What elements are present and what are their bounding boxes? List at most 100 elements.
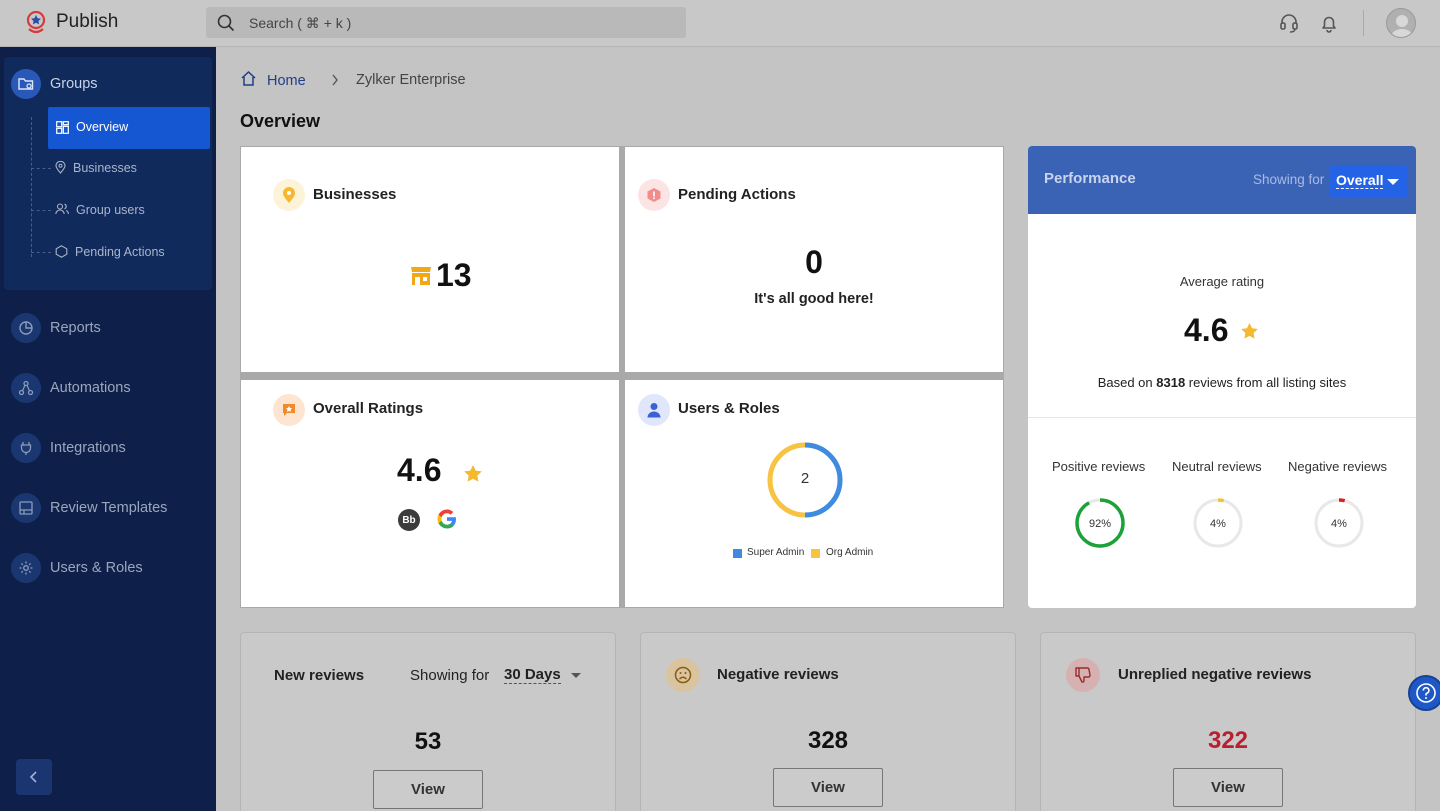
- performance-title: Performance: [1044, 170, 1136, 187]
- bb-source-icon[interactable]: Bb: [398, 509, 420, 531]
- chevron-left-icon: [29, 771, 37, 783]
- home-icon[interactable]: [240, 70, 257, 87]
- template-icon: [11, 493, 41, 523]
- app-title: Publish: [56, 11, 119, 32]
- legend-label-org-admin: Org Admin: [826, 547, 874, 558]
- sidebar-item-label: Review Templates: [50, 500, 168, 516]
- businesses-count: 13: [436, 257, 472, 293]
- card-title: Overall Ratings: [313, 400, 424, 417]
- search-input[interactable]: Search ( ⌘ + k ): [206, 7, 686, 38]
- collapse-sidebar-button[interactable]: [16, 759, 52, 795]
- legend-label-super-admin: Super Admin: [747, 547, 805, 558]
- review-ring-0: 92%: [1075, 498, 1125, 548]
- location-pin-icon: [55, 161, 66, 174]
- review-ring-2: 4%: [1314, 498, 1364, 548]
- period-select[interactable]: Overall: [1330, 166, 1407, 197]
- positive-reviews-label: Positive reviews: [1052, 459, 1146, 474]
- unreplied-negative-reviews-card: Unreplied negative reviews 322 View: [1040, 632, 1416, 811]
- unreplied-negative-count: 322: [1207, 727, 1249, 754]
- sidebar-item-groups[interactable]: Groups: [50, 76, 98, 92]
- avatar[interactable]: [1386, 8, 1416, 38]
- sad-face-icon: [666, 658, 700, 692]
- sidebar-item-label: Reports: [50, 320, 101, 336]
- negative-reviews-count: 328: [807, 727, 849, 754]
- sidebar-item-label: Businesses: [73, 161, 137, 175]
- users-roles-card[interactable]: Users & Roles 2 Super Admin Org Admin: [625, 380, 1003, 607]
- performance-divider: [1028, 417, 1416, 418]
- legend-swatch-org-admin: [811, 549, 820, 558]
- sidebar: Groups Overview Businesses Group users P…: [0, 47, 216, 811]
- based-on-suffix: reviews from all listing sites: [1185, 375, 1347, 390]
- overall-ratings-card[interactable]: Overall Ratings 4.6 Bb: [241, 380, 619, 607]
- user-icon: [638, 394, 670, 426]
- new-reviews-count: 53: [414, 728, 442, 755]
- publish-logo-icon: [26, 10, 46, 34]
- card-title: Pending Actions: [678, 186, 796, 203]
- groups-section: Groups Overview Businesses Group users P…: [4, 57, 212, 290]
- tree-line: [31, 117, 32, 257]
- page-title: Overview: [240, 111, 321, 131]
- location-pin-icon: [273, 179, 305, 211]
- average-rating-label: Average rating: [1179, 274, 1265, 289]
- card-title: New reviews: [274, 667, 365, 684]
- overview-grid: Businesses 13 Pending Actions 0 It's all…: [240, 146, 1004, 608]
- caret-down-icon: [571, 673, 581, 678]
- based-on-prefix: Based on: [1097, 375, 1157, 390]
- sidebar-item-label: Overview: [76, 120, 129, 134]
- review-percent-label: 4%: [1331, 518, 1347, 530]
- pending-message: It's all good here!: [754, 291, 874, 307]
- legend-swatch-super-admin: [733, 549, 742, 558]
- bell-icon[interactable]: [1318, 12, 1340, 34]
- search-icon: [217, 14, 235, 32]
- neutral-reviews-label: Neutral reviews: [1172, 459, 1262, 474]
- based-on-text: Based on 8318 reviews from all listing s…: [1028, 375, 1416, 390]
- performance-card: Performance Showing for Overall Average …: [1028, 146, 1416, 608]
- plug-icon: [11, 433, 41, 463]
- hexagon-alert-icon: [55, 245, 68, 258]
- pending-actions-card[interactable]: Pending Actions 0 It's all good here!: [625, 147, 1003, 372]
- roles-legend: Super Admin Org Admin: [733, 547, 883, 561]
- chevron-right-icon: [332, 74, 338, 86]
- overall-rating-value: 4.6: [397, 452, 442, 488]
- businesses-card[interactable]: Businesses 13: [241, 147, 619, 372]
- period-dropdown[interactable]: 30 Days: [504, 666, 581, 688]
- card-title: Unreplied negative reviews: [1118, 666, 1312, 683]
- showing-for-label: Showing for: [410, 667, 490, 684]
- card-title: Businesses: [313, 186, 397, 203]
- gear-icon: [11, 553, 41, 583]
- pending-count: 0: [805, 244, 823, 280]
- user-avatar-icon: [1391, 15, 1413, 37]
- roles-total: 2: [800, 470, 810, 487]
- new-reviews-card: New reviews Showing for 30 Days 53 View: [240, 632, 616, 811]
- period-select-value: Overall: [1336, 172, 1384, 189]
- card-title: Negative reviews: [717, 666, 839, 683]
- workflow-icon: [11, 373, 41, 403]
- headset-icon[interactable]: [1278, 12, 1300, 34]
- help-button[interactable]: [1408, 675, 1440, 711]
- search-placeholder: Search ( ⌘ + k ): [249, 15, 352, 31]
- review-percent-label: 92%: [1089, 518, 1111, 530]
- card-title: Users & Roles: [678, 400, 780, 417]
- top-bar: Publish Search ( ⌘ + k ): [0, 0, 1440, 47]
- view-unreplied-reviews-button[interactable]: View: [1173, 768, 1283, 807]
- average-rating-value: 4.6: [1184, 312, 1229, 348]
- view-negative-reviews-button[interactable]: View: [773, 768, 883, 807]
- review-count: 8318: [1156, 375, 1186, 390]
- showing-for-label: Showing for: [1253, 172, 1325, 187]
- review-percent-label: 4%: [1210, 518, 1226, 530]
- sidebar-item-overview[interactable]: Overview: [48, 107, 210, 149]
- thumbs-down-icon: [1066, 658, 1100, 692]
- grid-icon: [56, 121, 69, 134]
- google-icon[interactable]: [436, 508, 458, 530]
- groups-icon: [11, 69, 41, 99]
- breadcrumb-home[interactable]: Home: [267, 73, 306, 89]
- review-ring-1: 4%: [1193, 498, 1243, 548]
- breadcrumb-current: Zylker Enterprise: [356, 72, 466, 88]
- view-new-reviews-button[interactable]: View: [373, 770, 483, 809]
- sidebar-item-label: Group users: [76, 203, 145, 217]
- pie-chart-icon: [11, 313, 41, 343]
- performance-header: Performance Showing for Overall: [1028, 146, 1416, 214]
- star-icon: [464, 465, 482, 482]
- users-icon: [55, 203, 69, 215]
- alert-icon: [638, 179, 670, 211]
